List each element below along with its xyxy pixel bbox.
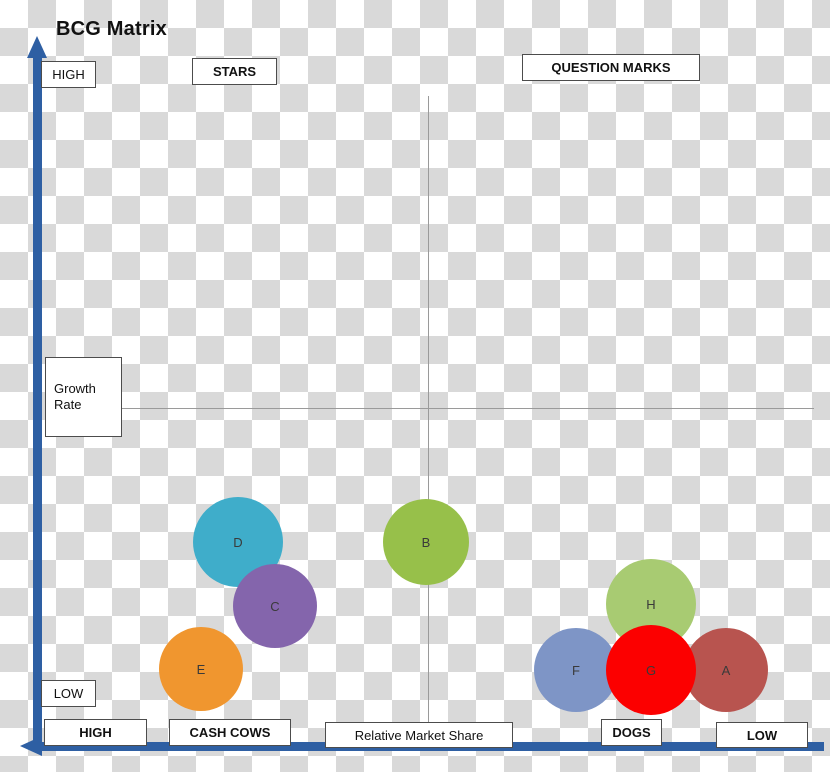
- bubble-label-F: F: [572, 662, 580, 678]
- y-axis-high-label: HIGH: [41, 61, 96, 88]
- quadrant-label-dogs: DOGS: [601, 719, 662, 746]
- bubble-label-C: C: [270, 598, 280, 614]
- quadrant-label-cash-cows: CASH COWS: [169, 719, 291, 746]
- x-axis-high-label: HIGH: [44, 719, 147, 746]
- bubble-label-B: B: [421, 534, 431, 550]
- bubble-C[interactable]: C: [233, 564, 317, 648]
- quadrant-label-stars: STARS: [192, 58, 277, 85]
- bubble-B[interactable]: B: [383, 499, 469, 585]
- bubble-E[interactable]: E: [159, 627, 243, 711]
- bubble-label-D: D: [233, 534, 243, 550]
- bubble-label-A: A: [721, 662, 731, 678]
- quadrant-label-question-marks: QUESTION MARKS: [522, 54, 700, 81]
- bubble-A[interactable]: A: [684, 628, 768, 712]
- quadrant-divider-vertical: [428, 96, 429, 732]
- bubble-label-G: G: [645, 662, 657, 678]
- bubble-G[interactable]: G: [606, 625, 696, 715]
- bubble-label-H: H: [646, 596, 656, 612]
- bubble-label-E: E: [196, 661, 206, 677]
- bcg-matrix-chart: BCG Matrix HIGH Growth Rate LOW STARS QU…: [0, 0, 830, 772]
- y-axis-title-line1: Growth: [54, 380, 96, 396]
- x-axis-title: Relative Market Share: [325, 722, 513, 748]
- y-axis-line: [33, 56, 42, 746]
- y-axis-title-line2: Rate: [54, 397, 82, 412]
- y-axis-low-label: LOW: [41, 680, 96, 707]
- quadrant-divider-horizontal: [48, 408, 814, 409]
- y-axis-arrowhead: [27, 36, 47, 58]
- x-axis-low-label: LOW: [716, 722, 808, 748]
- page-title: BCG Matrix: [56, 18, 167, 40]
- x-axis-arrowhead: [20, 736, 42, 756]
- y-axis-title: Growth Rate: [45, 357, 122, 437]
